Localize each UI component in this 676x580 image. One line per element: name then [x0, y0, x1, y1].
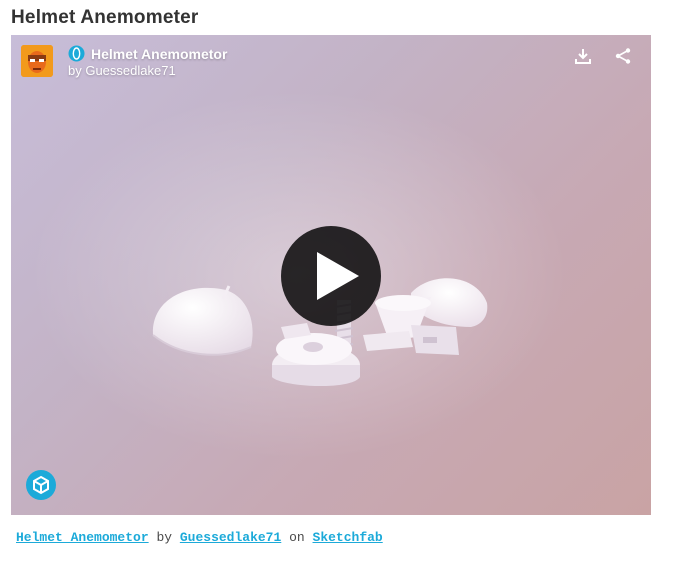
- page-title: Helmet Anemometer: [11, 7, 199, 28]
- embed-footer: Helmet Anemometor by Guessedlake71 on Sk…: [16, 530, 383, 545]
- author-link[interactable]: Guessedlake71: [180, 530, 281, 545]
- staff-pick-badge-icon: [68, 45, 85, 62]
- model-title-text[interactable]: Helmet Anemometor: [91, 46, 227, 62]
- play-button[interactable]: [281, 226, 381, 326]
- model-byline[interactable]: by Guessedlake71: [68, 63, 176, 78]
- footer-by-text: by: [156, 530, 173, 545]
- model-link[interactable]: Helmet Anemometor: [16, 530, 149, 545]
- sketchfab-logo-icon[interactable]: [26, 470, 56, 500]
- footer-on-text: on: [289, 530, 305, 545]
- sketchfab-link[interactable]: Sketchfab: [313, 530, 383, 545]
- author-avatar[interactable]: [21, 45, 53, 77]
- download-icon[interactable]: [574, 47, 592, 65]
- sketchfab-viewer[interactable]: Helmet Anemometor by Guessedlake71: [11, 35, 651, 515]
- model-title[interactable]: Helmet Anemometor: [68, 45, 227, 62]
- play-icon: [317, 252, 359, 300]
- share-icon[interactable]: [614, 47, 632, 65]
